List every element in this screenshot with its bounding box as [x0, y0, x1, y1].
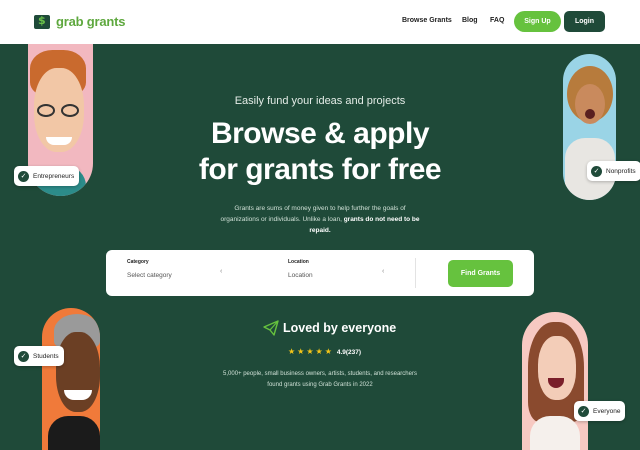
category-label: Category: [127, 259, 149, 265]
location-label: Location: [288, 259, 309, 265]
hero-headline: Browse & apply for grants for free: [0, 116, 640, 188]
nav-faq[interactable]: FAQ: [490, 17, 504, 24]
category-select[interactable]: Select category: [127, 272, 172, 279]
nav-browse-grants[interactable]: Browse Grants: [402, 17, 452, 24]
top-nav-bar: grab grants Browse Grants Blog FAQ Sign …: [0, 0, 640, 44]
star-icon: ★: [324, 347, 332, 356]
star-icon: ★: [288, 347, 296, 356]
sign-up-button[interactable]: Sign Up: [514, 11, 561, 32]
users-summary: 5,000+ people, small business owners, ar…: [223, 371, 417, 388]
paper-plane-icon: [263, 320, 279, 336]
grab-grants-logo-icon: [34, 14, 50, 29]
check-icon: ✓: [578, 405, 589, 417]
chevron-left-icon[interactable]: ‹: [382, 268, 384, 275]
chevron-left-icon[interactable]: ‹: [220, 268, 222, 275]
rating-row: ★ ★ ★ ★ ★ 4.9(237): [288, 348, 361, 356]
logo-text: grab grants: [56, 14, 126, 29]
login-button[interactable]: Login: [564, 11, 605, 32]
logo[interactable]: grab grants: [34, 14, 126, 29]
star-icon: ★: [297, 347, 305, 356]
star-icon: ★: [306, 347, 314, 356]
headline-line-2: for grants for free: [198, 153, 442, 186]
hero-eyebrow: Easily fund your ideas and projects: [234, 95, 406, 107]
hero-description: Grants are sums of money given to help f…: [215, 203, 425, 236]
tag-students: ✓ Students: [14, 346, 64, 366]
loved-heading: Loved by everyone: [263, 320, 396, 336]
headline-line-1: Browse & apply: [210, 117, 430, 150]
search-divider: [415, 258, 416, 288]
everyone-photo: [522, 312, 588, 450]
tag-label: Everyone: [593, 407, 621, 415]
loved-title: Loved by everyone: [283, 321, 397, 335]
tag-label: Students: [33, 352, 59, 360]
rating-value: 4.9(237): [336, 348, 362, 356]
student-photo: [42, 308, 100, 450]
find-grants-button[interactable]: Find Grants: [448, 260, 513, 287]
tag-everyone: ✓ Everyone: [574, 401, 626, 421]
nav-blog[interactable]: Blog: [462, 17, 478, 24]
check-icon: ✓: [18, 350, 29, 362]
star-icon: ★: [315, 347, 323, 356]
location-input[interactable]: Location: [288, 272, 313, 279]
